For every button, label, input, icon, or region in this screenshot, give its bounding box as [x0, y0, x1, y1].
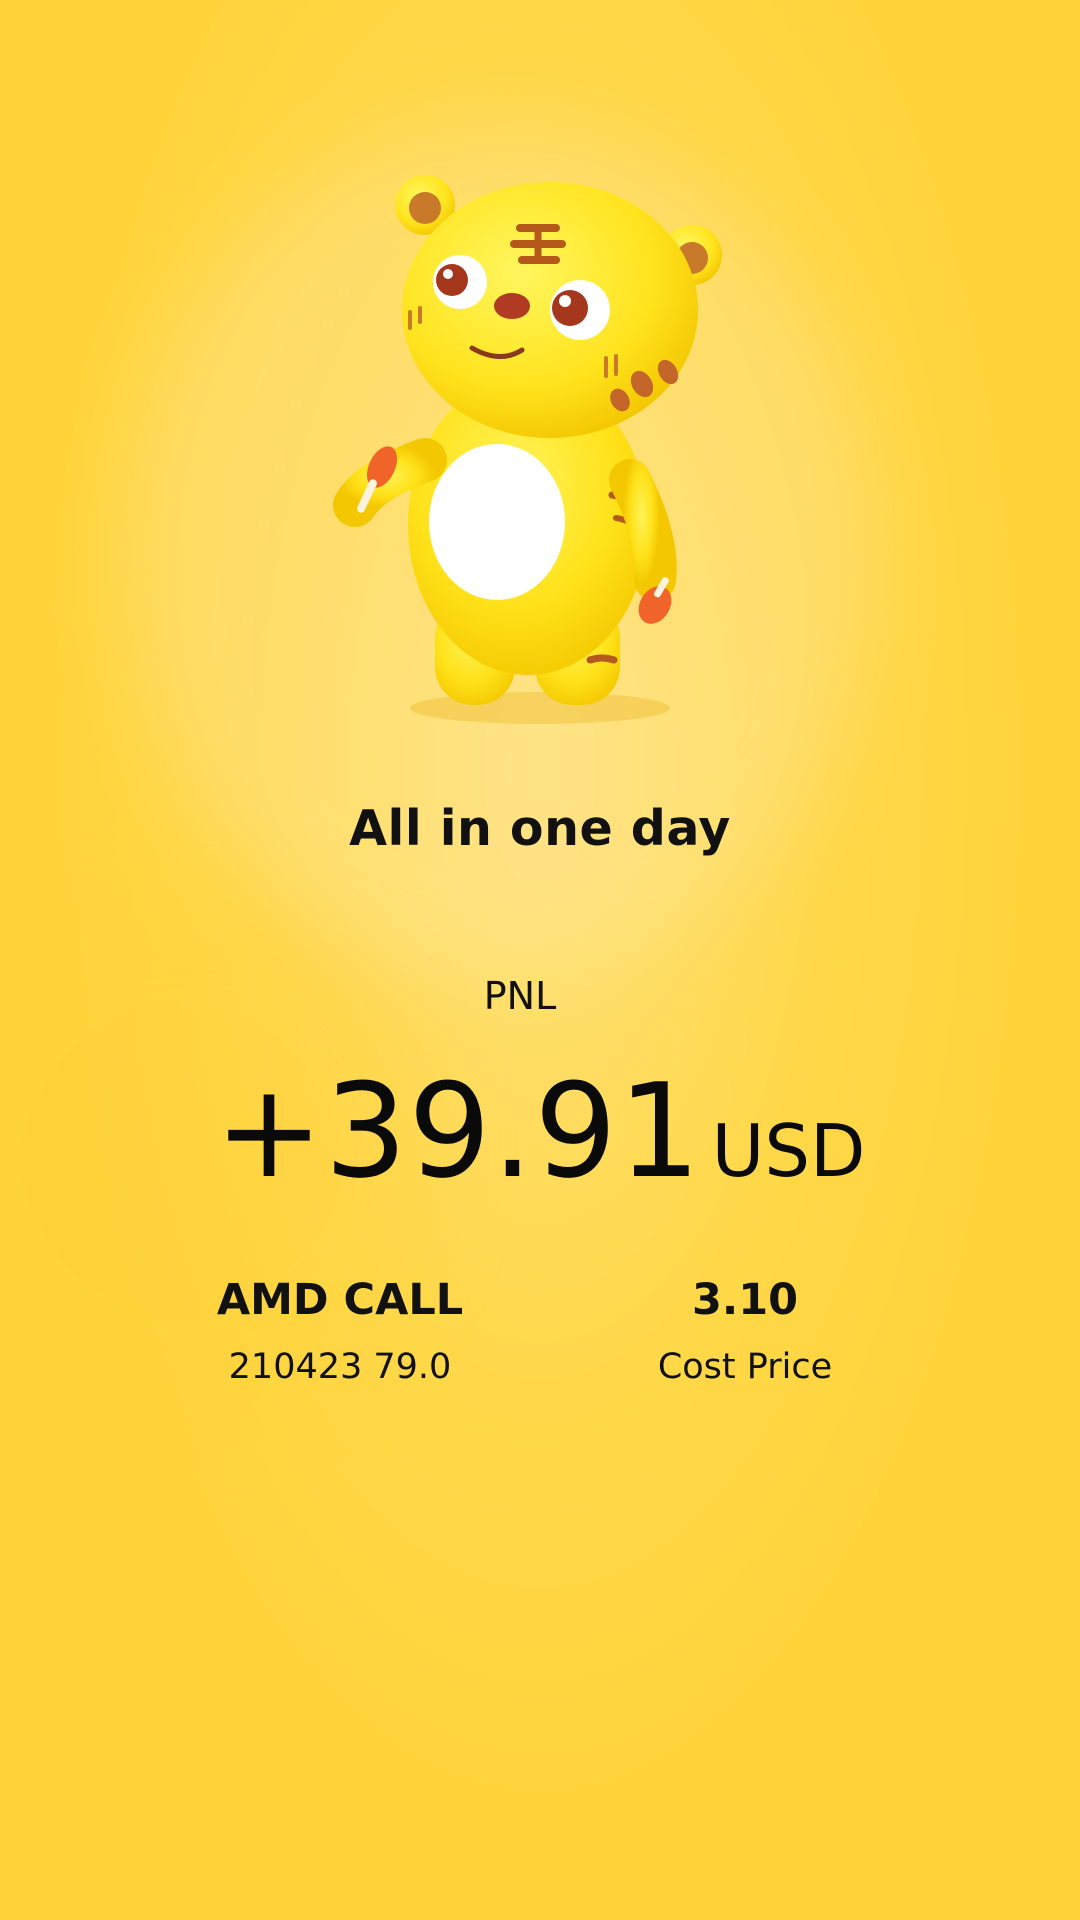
- pnl-currency: USD: [711, 1109, 866, 1193]
- cost-price-value: 3.10: [691, 1275, 799, 1325]
- cost-info: 3.10 Cost Price: [590, 1270, 900, 1392]
- cost-price-label: Cost Price: [657, 1347, 833, 1387]
- position-name: AMD CALL: [216, 1275, 464, 1325]
- pnl-amount: +39.91: [214, 1055, 702, 1207]
- pnl-label: PNL: [483, 974, 557, 1018]
- headline: All in one day: [349, 800, 731, 857]
- pnl-value-row: +39.91 USD: [0, 1055, 1080, 1207]
- position-info: AMD CALL 210423 79.0: [180, 1270, 500, 1392]
- tiger-mascot-illustration: [333, 175, 722, 724]
- position-contract: 210423 79.0: [228, 1347, 452, 1387]
